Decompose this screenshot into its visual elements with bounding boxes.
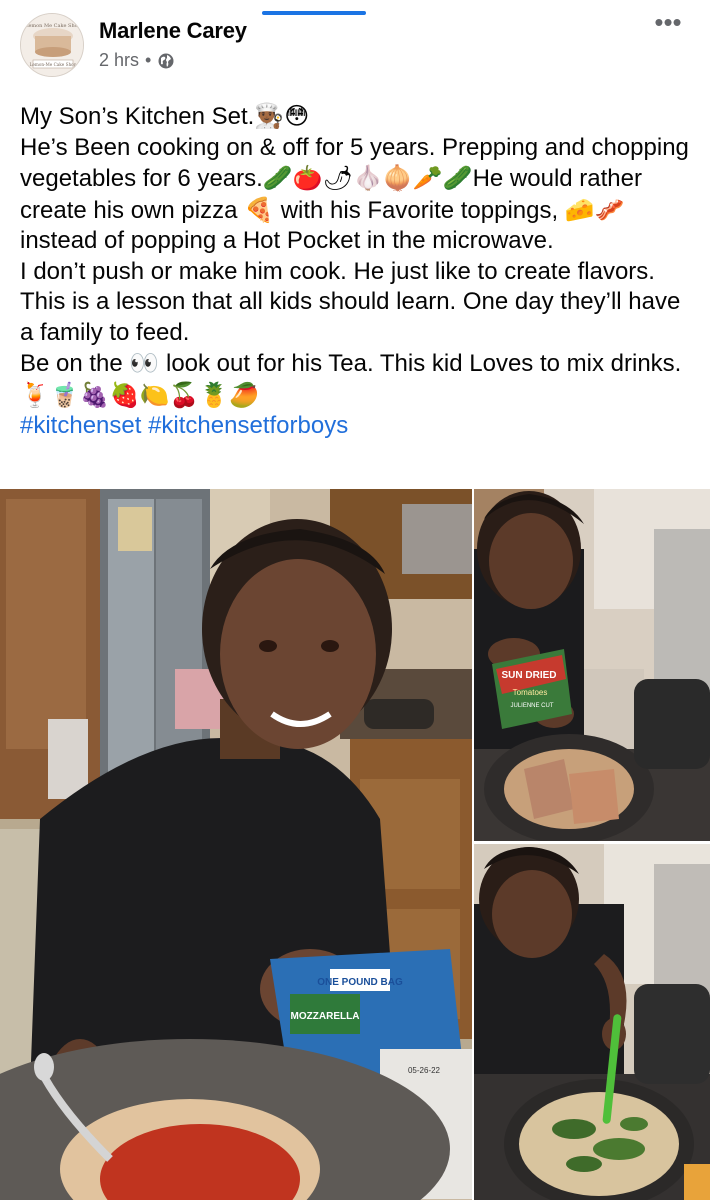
avatar-text-top: Lemon Me Cake Shop — [25, 23, 81, 29]
chef-emoji-icon: 👨🏾‍🍳😳 — [254, 102, 310, 130]
post-text: My Son’s Kitchen Set.👨🏾‍🍳😳 He’s Been coo… — [20, 101, 696, 442]
mozzarella-tag-text: ONE POUND BAG — [317, 977, 403, 988]
mozzarella-label-text: MOZZARELLA — [291, 1011, 360, 1022]
hashtag-kitchensetforboys[interactable]: #kitchensetforboys — [148, 412, 348, 439]
post-header: Lemon Me Cake Shop Lemon-Me Cake Shop Ma… — [0, 0, 710, 90]
photo-main[interactable]: ONE POUND BAG MOZZARELLA 05-26-22 — [0, 489, 472, 1200]
flavors-text: I don’t push or make him cook. He just l… — [20, 257, 681, 346]
author-name[interactable]: Marlene Carey — [99, 18, 247, 44]
tea-text-start: Be on the — [20, 350, 123, 377]
photo-bottom-right[interactable] — [474, 844, 710, 1200]
toppings-text: with his Favorite toppings, — [280, 196, 559, 224]
post-time[interactable]: 2 hrs — [99, 50, 139, 71]
toppings-emoji-icon: 🧀🥓 — [564, 195, 625, 224]
post-line-3: I don’t push or make him cook. He just l… — [20, 257, 696, 349]
photo-top-right[interactable]: SUN DRIED Tomatoes JULIENNE CUT — [474, 489, 710, 841]
globe-icon[interactable] — [157, 52, 175, 70]
more-options-icon[interactable]: ••• — [648, 9, 688, 40]
pizza-emoji-icon: 🍕 — [244, 195, 275, 224]
post-line-4: Be on the 👀 look out for his Tea. This k… — [20, 348, 696, 411]
vegetables-emoji-icon: 🥒🍅🌶🧄🧅🥕🥒 — [262, 164, 473, 192]
tomato-label-1: SUN DRIED — [501, 670, 556, 681]
title-text: My Son’s Kitchen Set. — [20, 103, 255, 130]
tomato-label-2: Tomatoes — [513, 688, 548, 697]
boy-stirring-pan-photo — [474, 844, 710, 1200]
drinks-emoji-icon: 🍹🧋🍇🍓🍋🍒🍍🥭 — [20, 380, 260, 409]
hashtag-kitchenset[interactable]: #kitchenset — [20, 412, 141, 439]
avatar-text-bottom: Lemon-Me Cake Shop — [30, 62, 77, 67]
boy-making-pizza-photo: ONE POUND BAG MOZZARELLA 05-26-22 — [0, 489, 472, 1200]
tea-text-end: look out for his Tea. This kid Loves to … — [165, 350, 682, 377]
cake-shop-logo-icon: Lemon Me Cake Shop Lemon-Me Cake Shop — [21, 14, 83, 76]
hot-pocket-text: instead of popping a Hot Pocket in the m… — [20, 227, 554, 254]
tomato-label-3: JULIENNE CUT — [510, 703, 553, 709]
hashtags: #kitchenset #kitchensetforboys — [20, 411, 696, 442]
meta-separator: • — [145, 50, 152, 70]
photo-grid: ONE POUND BAG MOZZARELLA 05-26-22 SUN DR… — [0, 489, 710, 1200]
post-line-1: My Son’s Kitchen Set.👨🏾‍🍳😳 — [20, 101, 696, 133]
post-meta: 2 hrs • — [99, 50, 175, 71]
bag-date-text: 05-26-22 — [408, 1066, 441, 1075]
avatar[interactable]: Lemon Me Cake Shop Lemon-Me Cake Shop — [20, 13, 84, 77]
post-line-2: He’s Been cooking on & off for 5 years. … — [20, 133, 696, 257]
eyes-emoji-icon: 👀 — [129, 349, 160, 377]
boy-adding-tomatoes-photo: SUN DRIED Tomatoes JULIENNE CUT — [474, 489, 710, 841]
